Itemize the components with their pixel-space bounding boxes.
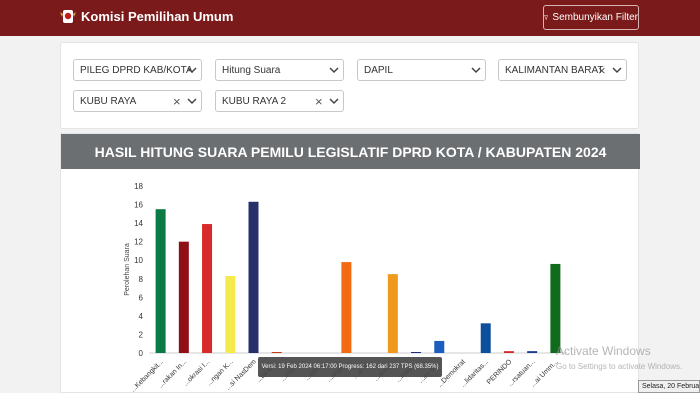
garuda-icon[interactable] — [60, 8, 76, 26]
chart-bar — [434, 340, 445, 353]
chevron-down-icon — [612, 67, 622, 74]
chevron-down-icon — [329, 98, 339, 105]
regency-select[interactable]: KUBU RAYA × — [73, 90, 202, 112]
chart-bar — [503, 351, 514, 353]
chart-bar — [178, 241, 189, 353]
taskbar-date: Selasa, 20 Februari 2024 — [638, 380, 700, 393]
chart-bar — [550, 263, 561, 353]
chart-bar — [155, 209, 166, 353]
province-select[interactable]: KALIMANTAN BARAT × — [498, 59, 627, 81]
district-select-value: KUBU RAYA 2 — [222, 96, 287, 107]
mode-select[interactable]: Hitung Suara — [215, 59, 344, 81]
funnel-icon — [544, 15, 549, 20]
chart-bar — [202, 224, 213, 353]
chart-card: HASIL HITUNG SUARA PEMILU LEGISLATIF DPR… — [60, 133, 640, 393]
vote-bar-chart: 024681012141618Perolehan Suara...Kebangk… — [124, 182, 567, 393]
activate-windows-subtitle: Go to Settings to activate Windows. — [556, 362, 683, 371]
y-tick-label: 6 — [139, 293, 144, 302]
activate-windows-title: Activate Windows — [556, 344, 651, 358]
chart-bar — [248, 201, 259, 353]
chevron-down-icon — [329, 67, 339, 74]
district-select[interactable]: KUBU RAYA 2 × — [215, 90, 344, 112]
mode-select-value: Hitung Suara — [222, 65, 281, 76]
dapil-select-value: DAPIL — [364, 65, 393, 76]
y-tick-label: 18 — [134, 182, 143, 191]
y-tick-label: 10 — [134, 256, 143, 265]
y-tick-label: 8 — [139, 275, 144, 284]
chart-tooltip: Versi: 19 Feb 2024 06:17:00 Progress: 16… — [258, 357, 442, 377]
y-tick-label: 12 — [134, 238, 143, 247]
y-axis-title: Perolehan Suara — [124, 243, 131, 296]
clear-regency-icon[interactable]: × — [173, 94, 181, 109]
regency-select-value: KUBU RAYA — [80, 96, 137, 107]
hide-filter-label: Sembunyikan Filter — [552, 12, 638, 23]
chart-bar — [271, 352, 282, 353]
y-tick-label: 2 — [139, 330, 144, 339]
chart-bar — [480, 323, 491, 353]
chart-bar — [411, 352, 422, 353]
brand-title[interactable]: Komisi Pemilihan Umum — [81, 9, 233, 24]
clear-district-icon[interactable]: × — [315, 94, 323, 109]
chevron-down-icon — [471, 67, 481, 74]
chart-bar — [527, 351, 538, 353]
y-tick-label: 4 — [139, 312, 144, 321]
y-tick-label: 16 — [134, 201, 143, 210]
clear-province-icon[interactable]: × — [598, 63, 606, 78]
chart-bar — [341, 262, 352, 353]
election-select-value: PILEG DPRD KAB/KOTA — [80, 65, 193, 76]
chevron-down-icon — [187, 67, 197, 74]
chart-bar — [225, 275, 236, 353]
chart-bar — [387, 274, 398, 353]
election-select[interactable]: PILEG DPRD KAB/KOTA — [73, 59, 202, 81]
y-tick-label: 0 — [139, 349, 144, 358]
filter-panel: PILEG DPRD KAB/KOTA Hitung Suara DAPIL K… — [60, 42, 639, 129]
y-tick-label: 14 — [134, 219, 143, 228]
province-select-value: KALIMANTAN BARAT — [505, 65, 604, 76]
dapil-select[interactable]: DAPIL — [357, 59, 486, 81]
hide-filter-button[interactable]: Sembunyikan Filter — [543, 5, 639, 30]
chevron-down-icon — [187, 98, 197, 105]
top-navbar: Komisi Pemilihan Umum Sembunyikan Filter — [0, 0, 700, 36]
